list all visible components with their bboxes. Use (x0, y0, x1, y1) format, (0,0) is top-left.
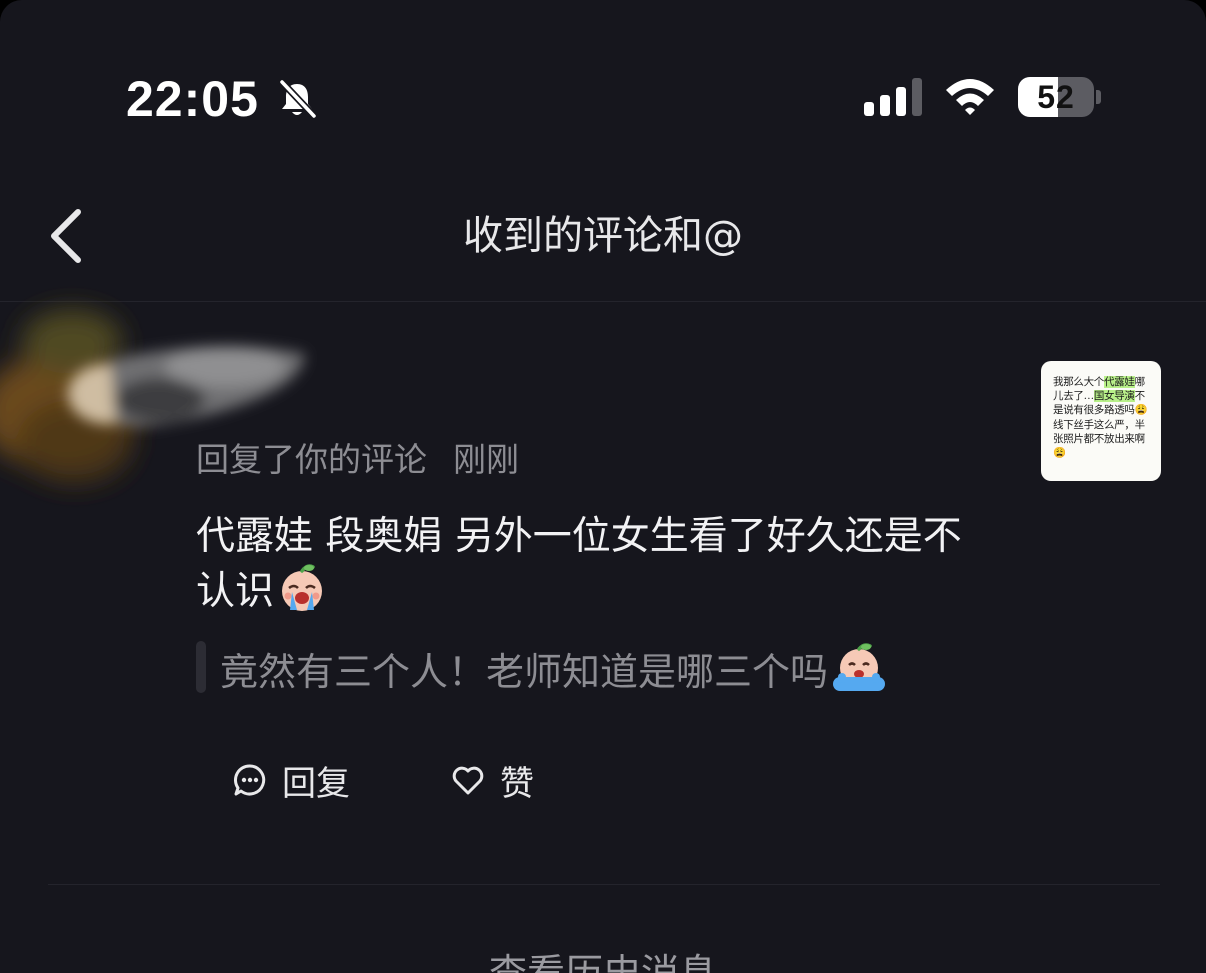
battery-level: 52 (1037, 79, 1075, 115)
comment-text[interactable]: 代露娃 段奥娟 另外一位女生看了好久还是不认识 (196, 510, 996, 619)
thumbnail-text-segment: 😩 (1134, 404, 1148, 417)
crying-face-emoji (282, 564, 323, 611)
thumbnail-text-segment: 国女导演 (1093, 390, 1135, 403)
page-title: 收到的评论和@ (463, 213, 743, 259)
reply-button[interactable]: 回复 (232, 756, 350, 804)
bell-off-icon (278, 78, 318, 120)
item-divider (48, 884, 1160, 885)
comment-bubble-icon (234, 764, 266, 796)
thumbnail-text-segment: 😩 (1053, 447, 1066, 460)
reply-label: 回复 (282, 763, 350, 804)
crying-face-emoji (833, 643, 886, 691)
notification-time: 刚刚 (453, 440, 519, 479)
like-label: 赞 (500, 763, 534, 804)
quoted-comment[interactable]: 竟然有三个人！老师知道是哪三个吗 (220, 643, 888, 698)
thumbnail-text-segment: 我那么大个 (1053, 376, 1104, 388)
history-messages-link[interactable]: 查看历史消息 (0, 948, 1206, 973)
quote-bar (196, 641, 206, 693)
post-thumbnail[interactable]: 我那么大个代露娃哪儿去了…国女导演不是说有很多路透吗😩线下丝手这么严，半张照片都… (1041, 361, 1161, 481)
thumbnail-text-segment: 代露娃 (1104, 376, 1135, 388)
wifi-icon (946, 79, 994, 115)
screen: 22:05 52 收到的评论和@ 回复了你的评论 刚刚 代露娃 段奥娟 另外一位… (0, 0, 1206, 973)
status-time: 22:05 (126, 71, 259, 127)
quoted-body: 竟然有三个人！老师知道是哪三个吗 (220, 650, 829, 694)
avatar[interactable] (0, 282, 340, 532)
notification-meta: 回复了你的评论 刚刚 (196, 438, 519, 482)
like-button[interactable]: 赞 (450, 756, 534, 804)
heart-icon (452, 766, 484, 795)
notification-action: 回复了你的评论 (196, 440, 427, 479)
battery-cap (1096, 90, 1101, 104)
thumbnail-text-segment: 线下丝手这么严，半张照片都不放出来啊 (1053, 418, 1145, 445)
signal-icon (864, 78, 922, 116)
battery-icon: 52 (1018, 77, 1094, 117)
